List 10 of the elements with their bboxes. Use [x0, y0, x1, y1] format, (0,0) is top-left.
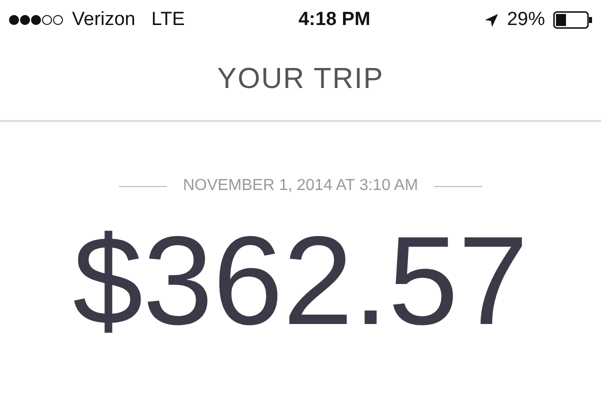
fare-amount: $362.57: [72, 218, 528, 344]
trip-date: NOVEMBER 1, 2014 AT 3:10 AM: [182, 176, 418, 196]
battery-icon: [553, 11, 593, 29]
carrier-name: Verizon: [72, 8, 136, 32]
location-arrow-icon: [484, 12, 499, 28]
network-type: LTE: [151, 8, 185, 32]
clock-time: 4:18 PM: [298, 8, 370, 32]
screen-title: YOUR TRIP: [217, 62, 384, 98]
battery-percent: 29%: [506, 8, 545, 32]
signal-icon: [8, 14, 64, 26]
